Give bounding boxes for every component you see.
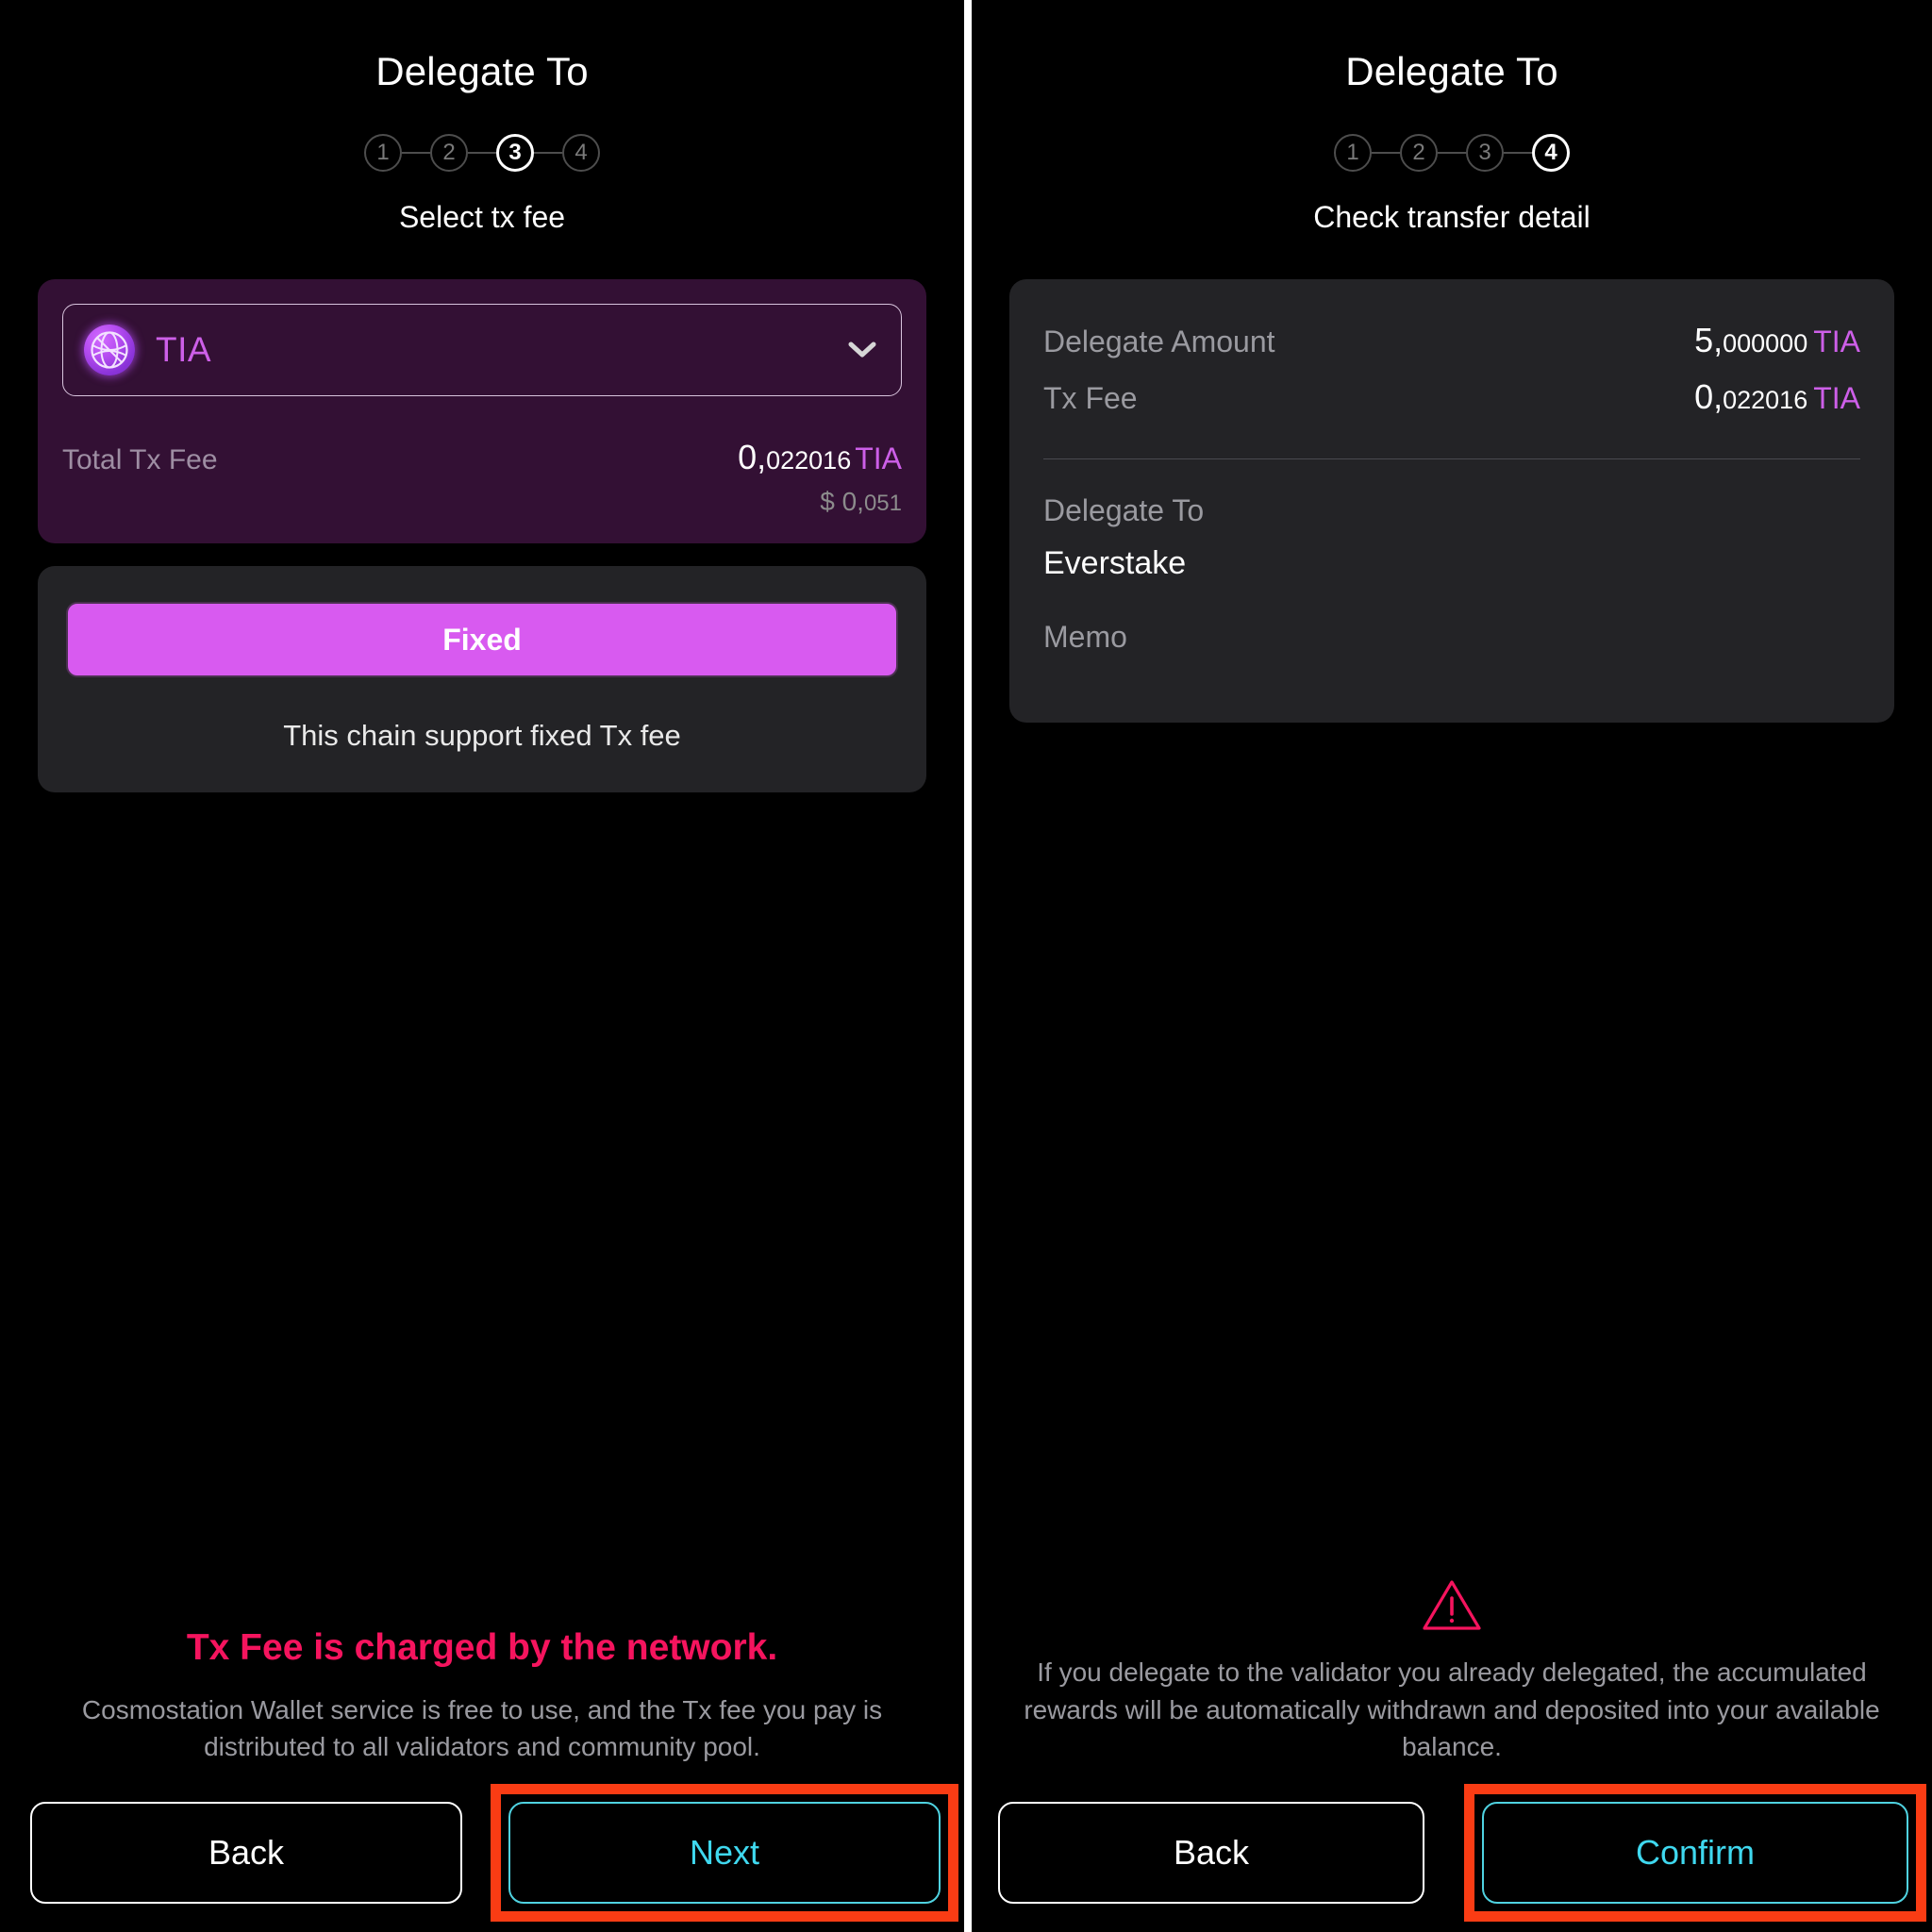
amount-unit: TIA (1813, 325, 1860, 358)
step-2: 2 (430, 134, 468, 172)
step-connector (1372, 152, 1400, 154)
tx-fee-label: Tx Fee (1043, 381, 1138, 415)
detail-divider (1043, 458, 1860, 459)
step-connector (1438, 152, 1466, 154)
fee-token-selector[interactable]: TIA (62, 304, 902, 396)
fee-unit: TIA (855, 441, 902, 475)
notice-body: Cosmostation Wallet service is free to u… (81, 1694, 883, 1762)
amount-frac: 000000 (1723, 329, 1808, 358)
next-button[interactable]: Next (508, 1802, 941, 1904)
next-button-highlight: Next (491, 1784, 958, 1922)
bottom-button-bar: Back Next (0, 1774, 964, 1932)
fee-unit: TIA (1813, 381, 1860, 415)
back-button[interactable]: Back (30, 1802, 462, 1904)
bottom-button-bar: Back Confirm (972, 1774, 1932, 1932)
delegate-to-label: Delegate To (1043, 493, 1205, 527)
dual-screenshot-root: Delegate To 1 2 3 4 Select tx fee TIA To… (0, 0, 1932, 1932)
delegate-warning-notice: If you delegate to the validator you alr… (972, 1578, 1932, 1766)
step-4: 4 (1532, 134, 1570, 172)
fee-int: 0, (738, 438, 767, 476)
memo-label: Memo (1043, 620, 1127, 654)
step-1: 1 (364, 134, 402, 172)
tx-fee-card: TIA Total Tx Fee 0,022016 TIA $ 0,051 (38, 279, 926, 543)
delegate-amount-value: 5,000000 TIA (1694, 321, 1860, 360)
step-indicator: 1 2 3 4 (972, 134, 1932, 172)
detail-row-delegate-amount: Delegate Amount 5,000000 TIA (1043, 321, 1860, 360)
notice-body: If you delegate to the validator you alr… (1024, 1657, 1880, 1762)
step-connector (534, 152, 562, 154)
step-4: 4 (562, 134, 600, 172)
right-screen-check-transfer-detail: Delegate To 1 2 3 4 Check transfer detai… (972, 0, 1932, 1932)
confirm-button-highlight: Confirm (1464, 1784, 1926, 1922)
step-3: 3 (1466, 134, 1504, 172)
notice-title: Tx Fee is charged by the network. (186, 1626, 778, 1668)
step-subtitle: Select tx fee (398, 200, 566, 234)
step-2: 2 (1400, 134, 1438, 172)
fixed-fee-button[interactable]: Fixed (66, 602, 898, 677)
confirm-button[interactable]: Confirm (1482, 1802, 1908, 1904)
step-indicator: 1 2 3 4 (0, 134, 964, 172)
tx-fee-value: 0,022016 TIA (1694, 377, 1860, 417)
tx-fee-notice: Tx Fee is charged by the network. Cosmos… (0, 1627, 964, 1767)
step-connector (402, 152, 430, 154)
amount-int: 5, (1694, 321, 1724, 359)
transfer-detail-card: Delegate Amount 5,000000 TIA Tx Fee 0,022… (1009, 279, 1894, 723)
page-title: Delegate To (1345, 49, 1558, 93)
warning-triangle-icon (1423, 1580, 1481, 1630)
delegate-amount-label: Delegate Amount (1043, 325, 1275, 358)
fee-frac: 022016 (766, 446, 852, 475)
fixed-fee-card: Fixed This chain support fixed Tx fee (38, 566, 926, 792)
fiat-int: $ 0, (820, 487, 864, 516)
fee-token-symbol: TIA (156, 330, 212, 369)
left-screen-select-tx-fee: Delegate To 1 2 3 4 Select tx fee TIA To… (0, 0, 964, 1932)
panel-divider (964, 0, 972, 1932)
total-tx-fee-row: Total Tx Fee 0,022016 TIA (62, 438, 902, 477)
total-tx-fee-value: 0,022016 TIA (738, 438, 902, 477)
delegate-to-validator: Everstake (1043, 545, 1187, 581)
step-1: 1 (1334, 134, 1372, 172)
chevron-down-icon[interactable] (848, 341, 876, 358)
fee-int: 0, (1694, 377, 1724, 416)
fixed-fee-note: This chain support fixed Tx fee (283, 719, 681, 752)
celestia-tia-logo-icon (84, 325, 135, 375)
total-tx-fee-fiat: $ 0,051 (62, 487, 902, 517)
back-button[interactable]: Back (998, 1802, 1424, 1904)
detail-row-tx-fee: Tx Fee 0,022016 TIA (1043, 377, 1860, 417)
step-connector (1504, 152, 1532, 154)
fiat-frac: 051 (863, 491, 902, 516)
page-title: Delegate To (375, 49, 589, 93)
step-3: 3 (496, 134, 534, 172)
step-connector (468, 152, 496, 154)
fee-frac: 022016 (1723, 386, 1808, 414)
step-subtitle: Check transfer detail (1313, 200, 1591, 234)
total-tx-fee-label: Total Tx Fee (62, 444, 218, 475)
